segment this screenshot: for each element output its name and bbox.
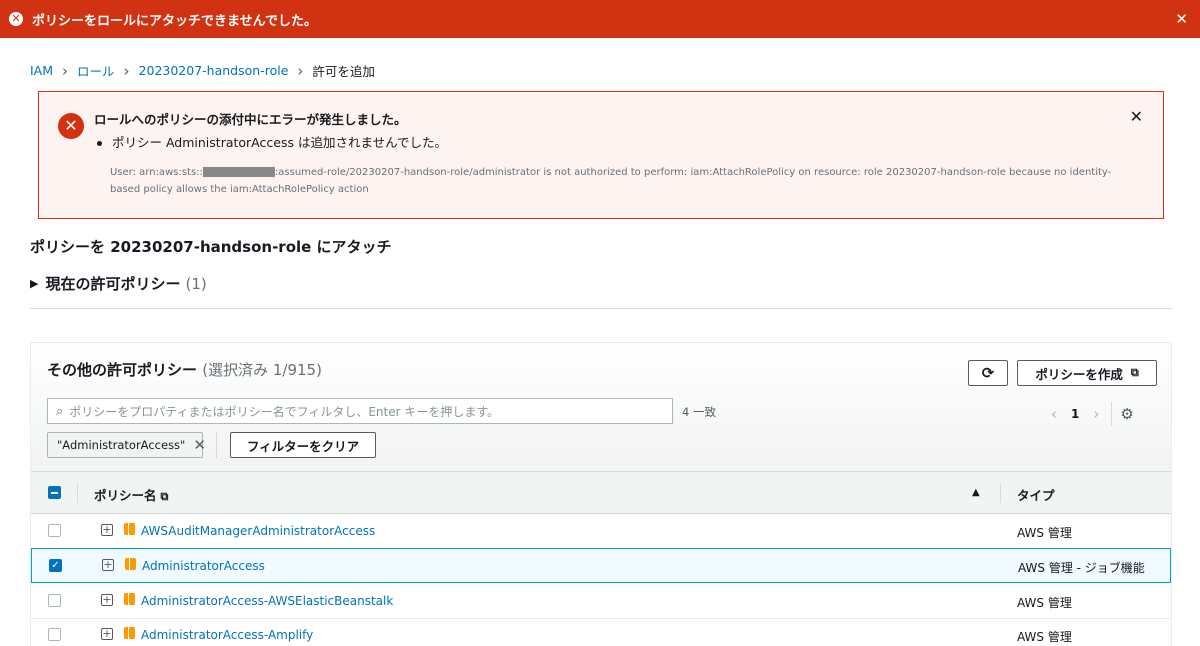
sort-ascending-icon[interactable]: ▲ (972, 487, 980, 498)
policy-type: AWS 管理 (1017, 526, 1072, 540)
dismiss-flash-button[interactable]: ✕ (1175, 10, 1188, 28)
external-link-icon: ⧉ (1130, 366, 1139, 379)
policy-type: AWS 管理 - ジョブ機能 (1018, 561, 1145, 575)
error-detail: User: arn:aws:sts:::assumed-role/2023020… (110, 164, 1120, 198)
pager-divider (1111, 402, 1113, 426)
policy-name-link[interactable]: AdministratorAccess-AWSElasticBeanstalk (141, 594, 393, 608)
breadcrumb-role[interactable]: 20230207-handson-role (139, 63, 289, 78)
clear-filter-button[interactable]: フィルターをクリア (230, 432, 376, 458)
select-all-checkbox[interactable] (48, 486, 61, 499)
other-policies-panel: その他の許可ポリシー (選択済み 1/915) ⟳ ポリシーを作成 ⧉ ⌕ ポリ… (30, 342, 1172, 646)
aws-policy-icon (124, 523, 135, 535)
column-divider (1000, 483, 1001, 503)
filter-divider (216, 432, 217, 458)
page-title: ポリシーを 20230207-handson-role にアタッチ (30, 238, 392, 256)
row-checkbox[interactable] (48, 524, 61, 537)
table-row[interactable]: + AdministratorAccess-Amplify AWS 管理 (31, 618, 1171, 646)
panel-title-text: その他の許可ポリシー (47, 361, 198, 379)
column-divider (77, 483, 78, 503)
redacted-account-id (202, 167, 275, 177)
gear-icon[interactable]: ⚙ (1120, 405, 1133, 423)
column-policy-name-label: ポリシー名 (94, 488, 157, 503)
breadcrumb-roles[interactable]: ロール (77, 61, 115, 80)
column-policy-name[interactable]: ポリシー名 ⧉ (94, 485, 168, 504)
table-row[interactable]: + AdministratorAccess-AWSElasticBeanstal… (31, 584, 1171, 619)
error-alert: ✕ ロールへのポリシーの添付中にエラーが発生しました。 ポリシー Adminis… (38, 91, 1164, 219)
create-policy-button[interactable]: ポリシーを作成 ⧉ (1017, 360, 1157, 386)
policy-name-link[interactable]: AdministratorAccess (142, 559, 265, 573)
error-detail-prefix: User: arn:aws:sts:: (110, 167, 203, 178)
breadcrumb-iam[interactable]: IAM (30, 63, 53, 78)
row-checkbox[interactable]: ✓ (49, 559, 62, 572)
filter-token: "AdministratorAccess" ✕ (47, 432, 206, 458)
expand-icon[interactable]: + (101, 524, 113, 536)
create-policy-label: ポリシーを作成 (1035, 366, 1123, 382)
policy-name-link[interactable]: AdministratorAccess-Amplify (141, 628, 313, 642)
column-type[interactable]: タイプ (1017, 485, 1055, 504)
chevron-right-icon: › (123, 61, 130, 80)
filter-token-value: "AdministratorAccess" (57, 438, 186, 452)
caret-right-icon: ▶ (30, 277, 39, 290)
current-policies-count: (1) (185, 274, 207, 293)
aws-policy-icon (124, 627, 135, 639)
table-header: ポリシー名 ⧉ ▲ タイプ (31, 471, 1171, 514)
error-bullet: ポリシー AdministratorAccess は追加されませんでした。 (97, 132, 447, 151)
aws-policy-icon (124, 593, 135, 605)
breadcrumb: IAM › ロール › 20230207-handson-role › 許可を追… (30, 61, 375, 80)
match-count: 4 一致 (682, 405, 716, 419)
search-input[interactable]: ⌕ ポリシーをプロパティまたはポリシー名でフィルタし、Enter キーを押します… (47, 398, 673, 424)
table-row[interactable]: ✓ + AdministratorAccess AWS 管理 - ジョブ機能 (31, 548, 1171, 583)
panel-title: その他の許可ポリシー (選択済み 1/915) (47, 359, 322, 380)
error-bullet-text: ポリシー AdministratorAccess は追加されませんでした。 (112, 135, 447, 150)
policy-type: AWS 管理 (1017, 630, 1072, 644)
page-number[interactable]: 1 (1071, 407, 1079, 421)
prev-page-icon[interactable]: ‹ (1051, 405, 1057, 423)
expand-icon[interactable]: + (101, 628, 113, 640)
refresh-icon: ⟳ (981, 364, 995, 382)
pagination: ‹ 1 › ⚙ (1051, 402, 1134, 426)
external-link-icon: ⧉ (160, 490, 169, 503)
current-policies-toggle[interactable]: ▶ 現在の許可ポリシー (1) (30, 273, 207, 294)
breadcrumb-current: 許可を追加 (312, 64, 375, 79)
row-checkbox[interactable] (48, 594, 61, 607)
chevron-right-icon: › (297, 61, 304, 80)
current-policies-label: 現在の許可ポリシー (45, 275, 181, 293)
policy-name-link[interactable]: AWSAuditManagerAdministratorAccess (141, 524, 375, 538)
flash-message: ポリシーをロールにアタッチできませんでした。 (32, 13, 317, 29)
selected-count: (選択済み 1/915) (202, 361, 322, 379)
expand-icon[interactable]: + (102, 559, 114, 571)
remove-filter-icon[interactable]: ✕ (193, 436, 206, 454)
search-placeholder: ポリシーをプロパティまたはポリシー名でフィルタし、Enter キーを押します。 (69, 404, 500, 419)
expand-icon[interactable]: + (101, 594, 113, 606)
panel-header: その他の許可ポリシー (選択済み 1/915) ⟳ ポリシーを作成 ⧉ ⌕ ポリ… (31, 343, 1171, 471)
bullet-dot (97, 141, 102, 146)
next-page-icon[interactable]: › (1093, 405, 1099, 423)
error-flash-bar: ✕ ポリシーをロールにアタッチできませんでした。 ✕ (0, 0, 1200, 38)
search-icon: ⌕ (56, 403, 64, 419)
close-alert-button[interactable]: ✕ (1130, 107, 1143, 126)
refresh-button[interactable]: ⟳ (968, 360, 1008, 386)
section-divider (30, 308, 1172, 309)
error-title: ロールへのポリシーの添付中にエラーが発生しました。 (94, 112, 407, 127)
error-icon: ✕ (58, 113, 84, 139)
table-row[interactable]: + AWSAuditManagerAdministratorAccess AWS… (31, 514, 1171, 549)
aws-policy-icon (125, 558, 136, 570)
x-circle-icon: ✕ (9, 12, 23, 26)
chevron-right-icon: › (62, 61, 69, 80)
policy-type: AWS 管理 (1017, 596, 1072, 610)
row-checkbox[interactable] (48, 628, 61, 641)
